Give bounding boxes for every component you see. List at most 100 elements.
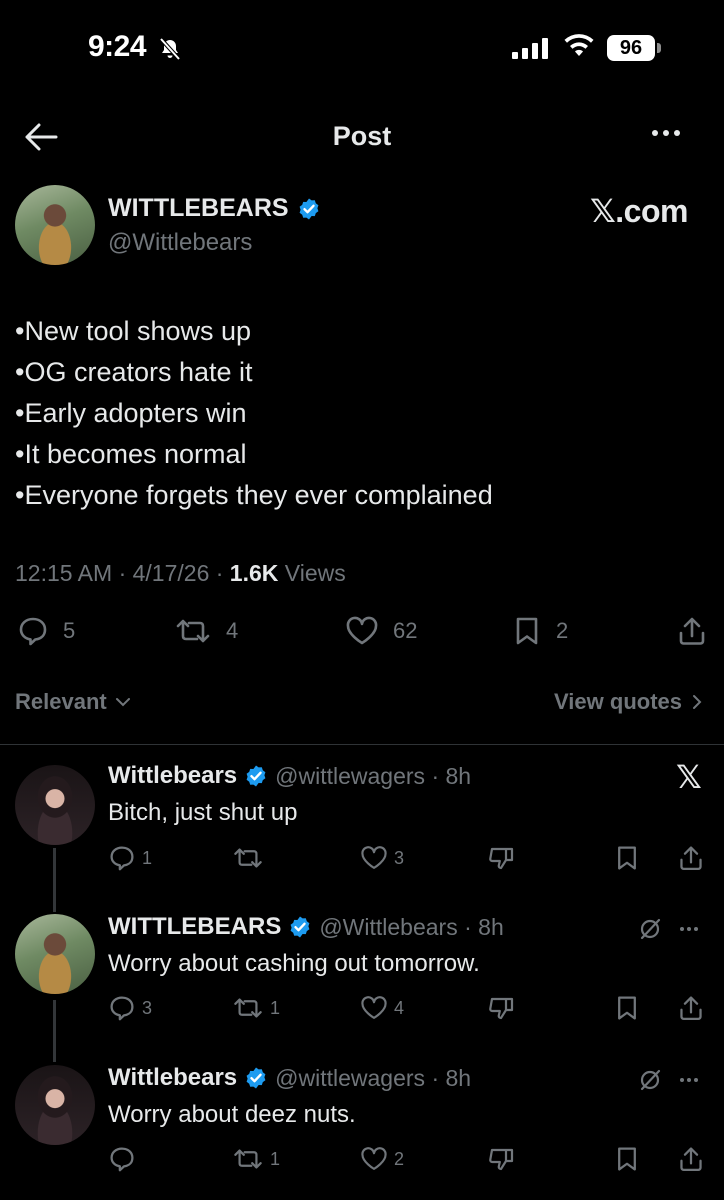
like-button[interactable]: 4: [360, 995, 404, 1021]
bookmark-button[interactable]: [614, 995, 640, 1021]
like-count: 62: [393, 618, 418, 643]
bookmark-icon: [618, 1147, 636, 1171]
more-icon[interactable]: [680, 927, 698, 931]
reply-actions: 3 1 4: [0, 995, 724, 1023]
more-options-button[interactable]: [652, 130, 680, 136]
share-icon: [680, 846, 702, 870]
downvote-button[interactable]: [488, 1146, 516, 1172]
repost-button[interactable]: [232, 845, 270, 871]
share-button[interactable]: [677, 616, 707, 646]
reply-author-row[interactable]: WITTLEBEARS @Wittlebears · 8h: [108, 913, 504, 941]
reply-actions: 1 3: [0, 845, 724, 873]
reply-avatar[interactable]: [15, 1065, 95, 1145]
repost-button[interactable]: 4: [174, 616, 238, 646]
views-label: Views: [278, 560, 346, 586]
verified-badge-icon: [299, 198, 318, 219]
grok-icon[interactable]: [638, 1068, 662, 1092]
divider: [0, 744, 724, 745]
repost-count: 1: [270, 997, 281, 1018]
post-line: •OG creators hate it: [15, 357, 253, 387]
author-avatar[interactable]: [15, 185, 95, 265]
heart-icon: [346, 616, 378, 645]
reply-tools: [638, 917, 698, 941]
share-button[interactable]: [678, 845, 704, 871]
bookmark-button[interactable]: [614, 845, 640, 871]
share-icon: [680, 996, 702, 1020]
like-button[interactable]: 2: [360, 1146, 404, 1172]
reply-author-row[interactable]: Wittlebears @wittlewagers · 8h: [108, 762, 471, 790]
chevron-down-icon: [115, 698, 130, 707]
bookmark-button[interactable]: [614, 1146, 640, 1172]
post-line: •New tool shows up: [15, 316, 252, 346]
reply-count: 1: [142, 847, 153, 868]
reply-author-name: Wittlebears: [108, 762, 238, 789]
reply-actions: 1 2: [0, 1146, 724, 1174]
heart-icon: [361, 1147, 387, 1170]
post-line: •It becomes normal: [15, 439, 247, 469]
thumbs-down-icon: [489, 1148, 514, 1171]
share-button[interactable]: [678, 1146, 704, 1172]
thumbs-down-icon: [489, 997, 514, 1020]
thumbs-down-icon: [489, 847, 514, 870]
page-title: Post: [332, 121, 392, 151]
battery-indicator: 96: [607, 35, 655, 61]
bookmark-icon: [516, 617, 538, 645]
more-icon[interactable]: [680, 1078, 698, 1082]
repost-icon: [234, 848, 262, 868]
repost-count: 1: [270, 1148, 281, 1169]
share-button[interactable]: [678, 995, 704, 1021]
like-button[interactable]: 3: [360, 845, 404, 871]
reply-button[interactable]: 5: [17, 616, 75, 646]
like-button[interactable]: 62: [345, 616, 417, 646]
author-name-row[interactable]: WITTLEBEARS: [108, 194, 321, 223]
reply-button[interactable]: 1: [108, 845, 152, 871]
reply-icon: [110, 846, 134, 871]
reply-icon: [19, 617, 47, 646]
repost-count: 4: [226, 618, 239, 643]
reply-author-name: Wittlebears: [108, 1064, 238, 1091]
sort-filter-dropdown[interactable]: Relevant: [15, 689, 131, 715]
bookmark-button[interactable]: 2: [512, 616, 568, 646]
reply-avatar[interactable]: [15, 914, 95, 994]
post-line: •Everyone forgets they ever complained: [15, 480, 493, 510]
share-icon: [679, 617, 705, 645]
post-meta: 12:15 AM · 4/17/26 · 1.6K Views: [15, 560, 346, 587]
views-count[interactable]: 1.6K: [230, 560, 279, 586]
verified-badge-icon: [246, 765, 266, 787]
view-quotes-link[interactable]: View quotes: [554, 689, 702, 715]
x-com-watermark: 𝕏.com: [590, 193, 688, 229]
reply-avatar[interactable]: [15, 765, 95, 845]
heart-icon: [361, 996, 387, 1019]
reply-button[interactable]: [108, 1146, 142, 1172]
reply-author-name: WITTLEBEARS: [108, 913, 282, 940]
share-icon: [680, 1147, 702, 1171]
status-bar: 9:24 96: [0, 0, 724, 100]
like-count: 2: [394, 1148, 405, 1169]
repost-button[interactable]: 1: [232, 995, 280, 1021]
reply-tools: [638, 1068, 698, 1092]
repost-icon: [176, 619, 210, 643]
post-timestamp: 12:15 AM · 4/17/26 ·: [15, 560, 230, 586]
like-count: 3: [394, 847, 405, 868]
reply-text: Worry about deez nuts.: [108, 1101, 356, 1128]
reply-count: 3: [142, 997, 153, 1018]
grok-icon[interactable]: [638, 917, 662, 941]
chevron-right-icon: [693, 695, 702, 709]
author-handle[interactable]: @Wittlebears: [108, 229, 252, 257]
wifi-icon: [563, 34, 595, 58]
downvote-button[interactable]: [488, 995, 516, 1021]
battery-tip: [657, 43, 661, 53]
post-line: •Early adopters win: [15, 398, 247, 428]
reply-button[interactable]: 3: [108, 995, 152, 1021]
reply-author-handle: @wittlewagers · 8h: [275, 762, 472, 789]
downvote-button[interactable]: [488, 845, 516, 871]
bookmark-count: 2: [556, 618, 569, 643]
repost-button[interactable]: 1: [232, 1146, 280, 1172]
more-icon: [652, 130, 658, 136]
repost-icon: [234, 1149, 262, 1169]
like-count: 4: [394, 997, 405, 1018]
reply-icon: [110, 996, 134, 1021]
reply-author-row[interactable]: Wittlebears @wittlewagers · 8h: [108, 1064, 471, 1092]
bookmark-icon: [618, 996, 636, 1020]
cellular-signal-icon: [512, 37, 548, 59]
